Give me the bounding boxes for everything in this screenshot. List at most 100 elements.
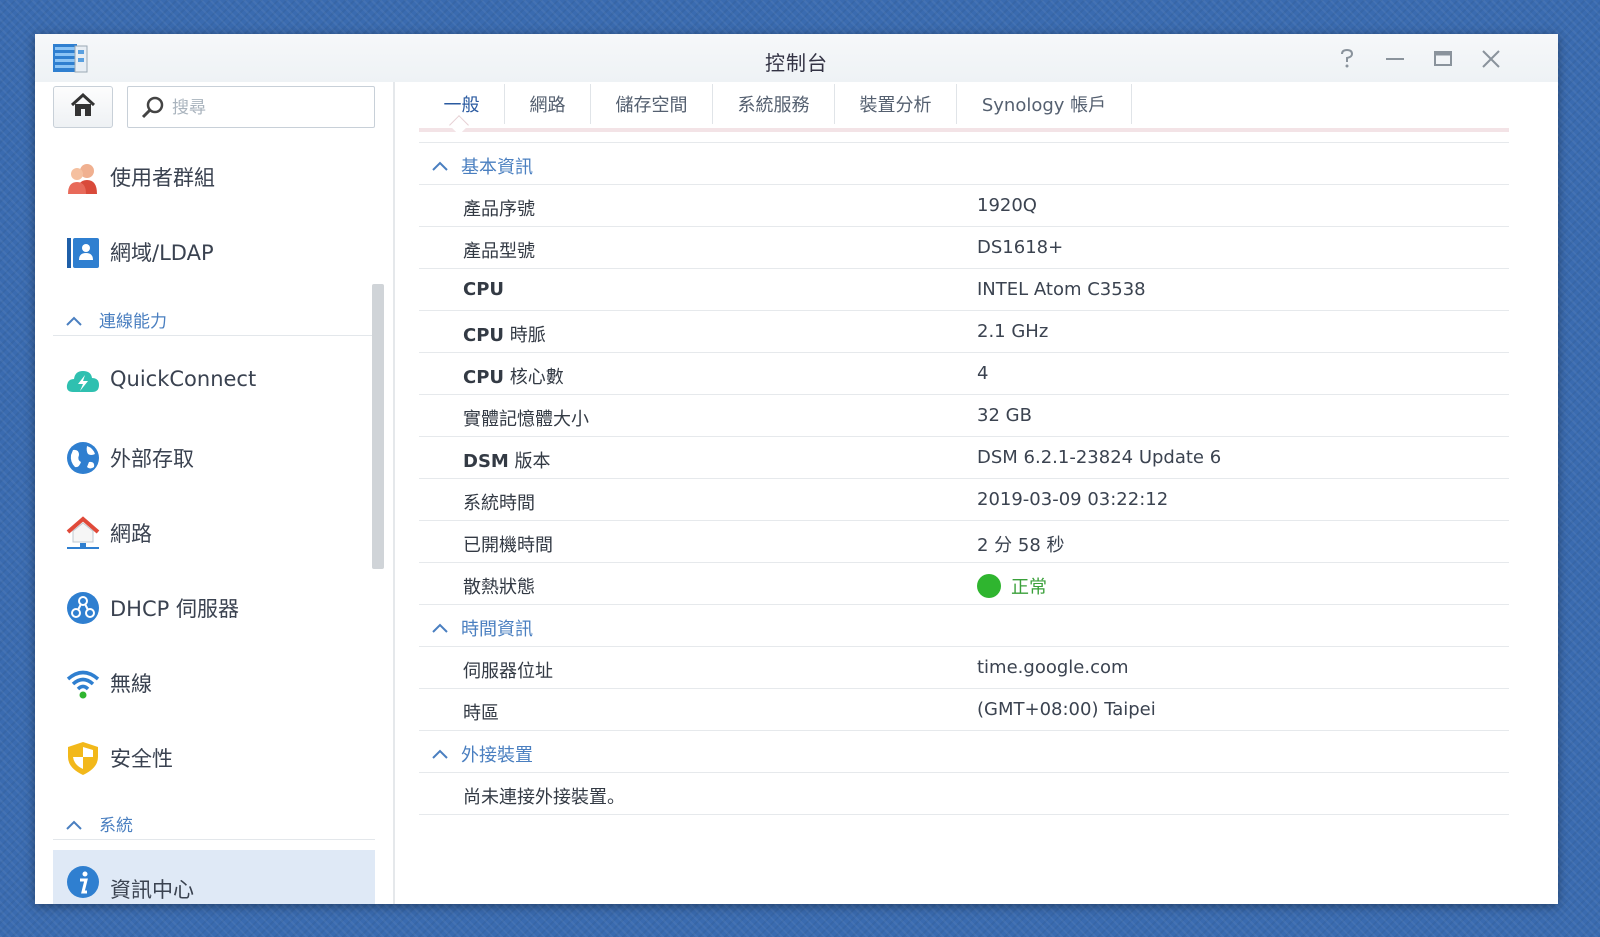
maximize-icon[interactable] [1429, 46, 1457, 72]
info-row-timezone: 時區 (GMT+08:00) Taipei [419, 689, 1509, 731]
minimize-icon[interactable] [1381, 46, 1409, 72]
sidebar-scrollbar[interactable] [372, 284, 384, 569]
row-key: 系統時間 [463, 493, 535, 514]
tab-system-services[interactable]: 系統服務 [713, 84, 835, 124]
chevron-up-icon [65, 816, 83, 835]
sidebar-item-domain-ldap[interactable]: 網域/LDAP [53, 222, 375, 282]
close-icon[interactable] [1477, 46, 1505, 72]
row-key: 實體記憶體大小 [463, 409, 589, 430]
network-house-icon [65, 515, 101, 551]
tab-network[interactable]: 網路 [505, 84, 591, 124]
row-value: 4 [977, 363, 989, 384]
home-button[interactable] [53, 86, 113, 128]
info-row-no-external-devices: 尚未連接外接裝置。 [419, 773, 1509, 815]
section-title: 外接裝置 [461, 745, 533, 766]
pane-divider [393, 82, 395, 904]
chevron-up-icon [65, 312, 83, 331]
info-row-dsm-version: DSM 版本 DSM 6.2.1-23824 Update 6 [419, 437, 1509, 479]
info-icon [65, 864, 101, 900]
row-key: 產品序號 [463, 199, 535, 220]
section-time-info[interactable]: 時間資訊 [419, 605, 1509, 647]
sidebar-item-dhcp-server[interactable]: DHCP 伺服器 [53, 578, 375, 638]
sidebar-item-wireless[interactable]: 無線 [53, 653, 375, 713]
sidebar-item-label: DHCP 伺服器 [110, 597, 239, 621]
search-field[interactable] [127, 86, 375, 128]
shield-icon [65, 740, 101, 776]
home-icon [69, 92, 97, 122]
info-row-thermal-status: 散熱狀態 正常 [419, 563, 1509, 605]
globe-icon [65, 440, 101, 476]
sidebar-item-network[interactable]: 網路 [53, 503, 375, 563]
users-icon [65, 160, 101, 196]
tab-storage[interactable]: 儲存空間 [591, 84, 713, 124]
sidebar-item-label: 使用者群組 [110, 166, 215, 190]
row-value: 2.1 GHz [977, 321, 1049, 342]
info-row-cpu-clock: CPU 時脈 2.1 GHz [419, 311, 1509, 353]
tab-bar: 一般 網路 儲存空間 系統服務 裝置分析 Synology 帳戶 [419, 82, 1509, 135]
quickconnect-icon [65, 364, 101, 400]
sidebar-item-label: 網域/LDAP [110, 241, 214, 265]
wifi-icon [65, 665, 101, 701]
row-value: (GMT+08:00) Taipei [977, 699, 1156, 720]
info-row-system-time: 系統時間 2019-03-09 03:22:12 [419, 479, 1509, 521]
info-row-cpu: CPU INTEL Atom C3538 [419, 269, 1509, 311]
row-key: 散熱狀態 [463, 577, 535, 598]
sidebar-item-users[interactable]: 使用者群組 [53, 152, 375, 210]
info-row-uptime: 已開機時間 2 分 58 秒 [419, 521, 1509, 563]
info-row-ntp-server: 伺服器位址 time.google.com [419, 647, 1509, 689]
info-row-serial: 產品序號 1920Q [419, 185, 1509, 227]
row-value: 1920Q [977, 195, 1037, 216]
sidebar-item-label: 安全性 [110, 747, 173, 771]
sidebar-item-label: 網路 [110, 522, 152, 546]
row-key: DSM 版本 [463, 451, 551, 472]
section-label: 連線能力 [99, 312, 167, 332]
section-label: 系統 [99, 816, 133, 836]
tab-synology-account[interactable]: Synology 帳戶 [957, 84, 1132, 124]
row-value: 正常 [977, 573, 1047, 599]
tab-underline [419, 128, 1509, 132]
section-external-devices[interactable]: 外接裝置 [419, 731, 1509, 773]
status-text: 正常 [1011, 577, 1047, 598]
section-connectivity[interactable]: 連線能力 [53, 302, 375, 336]
info-row-cpu-cores: CPU 核心數 4 [419, 353, 1509, 395]
row-value: 32 GB [977, 405, 1032, 426]
chevron-up-icon [431, 619, 449, 638]
control-panel-window: 控制台 使用者群組 [35, 34, 1558, 904]
row-value: time.google.com [977, 657, 1129, 678]
sidebar-item-label: 外部存取 [110, 447, 194, 471]
sidebar-item-label: 資訊中心 [110, 878, 194, 902]
row-value: DSM 6.2.1-23824 Update 6 [977, 447, 1222, 468]
window-title: 控制台 [765, 51, 828, 75]
row-key: CPU [463, 279, 505, 300]
sidebar-item-external-access[interactable]: 外部存取 [53, 428, 375, 488]
sidebar-item-security[interactable]: 安全性 [53, 728, 375, 788]
row-key: 產品型號 [463, 241, 535, 262]
titlebar: 控制台 [35, 34, 1558, 82]
info-row-memory: 實體記憶體大小 32 GB [419, 395, 1509, 437]
sidebar-item-label: 無線 [110, 672, 152, 696]
sidebar-item-info-center[interactable]: 資訊中心 [53, 850, 375, 904]
row-key: CPU 核心數 [463, 367, 564, 388]
info-content: 基本資訊 產品序號 1920Q 產品型號 DS1618+ CPU INTEL A… [419, 142, 1509, 815]
sidebar-item-quickconnect[interactable]: QuickConnect [53, 352, 375, 412]
sidebar-item-label: QuickConnect [110, 367, 257, 391]
row-key: 已開機時間 [463, 535, 553, 556]
chevron-up-icon [431, 745, 449, 764]
domain-ldap-icon [65, 234, 101, 270]
section-system[interactable]: 系統 [53, 806, 375, 840]
tab-device-analytics[interactable]: 裝置分析 [835, 84, 957, 124]
row-key: CPU 時脈 [463, 325, 546, 346]
info-row-model: 產品型號 DS1618+ [419, 227, 1509, 269]
main-panel: 一般 網路 儲存空間 系統服務 裝置分析 Synology 帳戶 基本資訊 產品… [419, 82, 1511, 904]
help-icon[interactable] [1333, 46, 1361, 72]
row-key: 時區 [463, 703, 499, 724]
row-value: 2 分 58 秒 [977, 535, 1065, 556]
dhcp-icon [65, 590, 101, 626]
search-input[interactable] [172, 95, 362, 121]
section-basic-info[interactable]: 基本資訊 [419, 143, 1509, 185]
row-key: 伺服器位址 [463, 661, 553, 682]
section-title: 時間資訊 [461, 619, 533, 640]
row-value: INTEL Atom C3538 [977, 279, 1146, 300]
empty-message: 尚未連接外接裝置。 [463, 787, 625, 808]
row-value: 2019-03-09 03:22:12 [977, 489, 1169, 510]
